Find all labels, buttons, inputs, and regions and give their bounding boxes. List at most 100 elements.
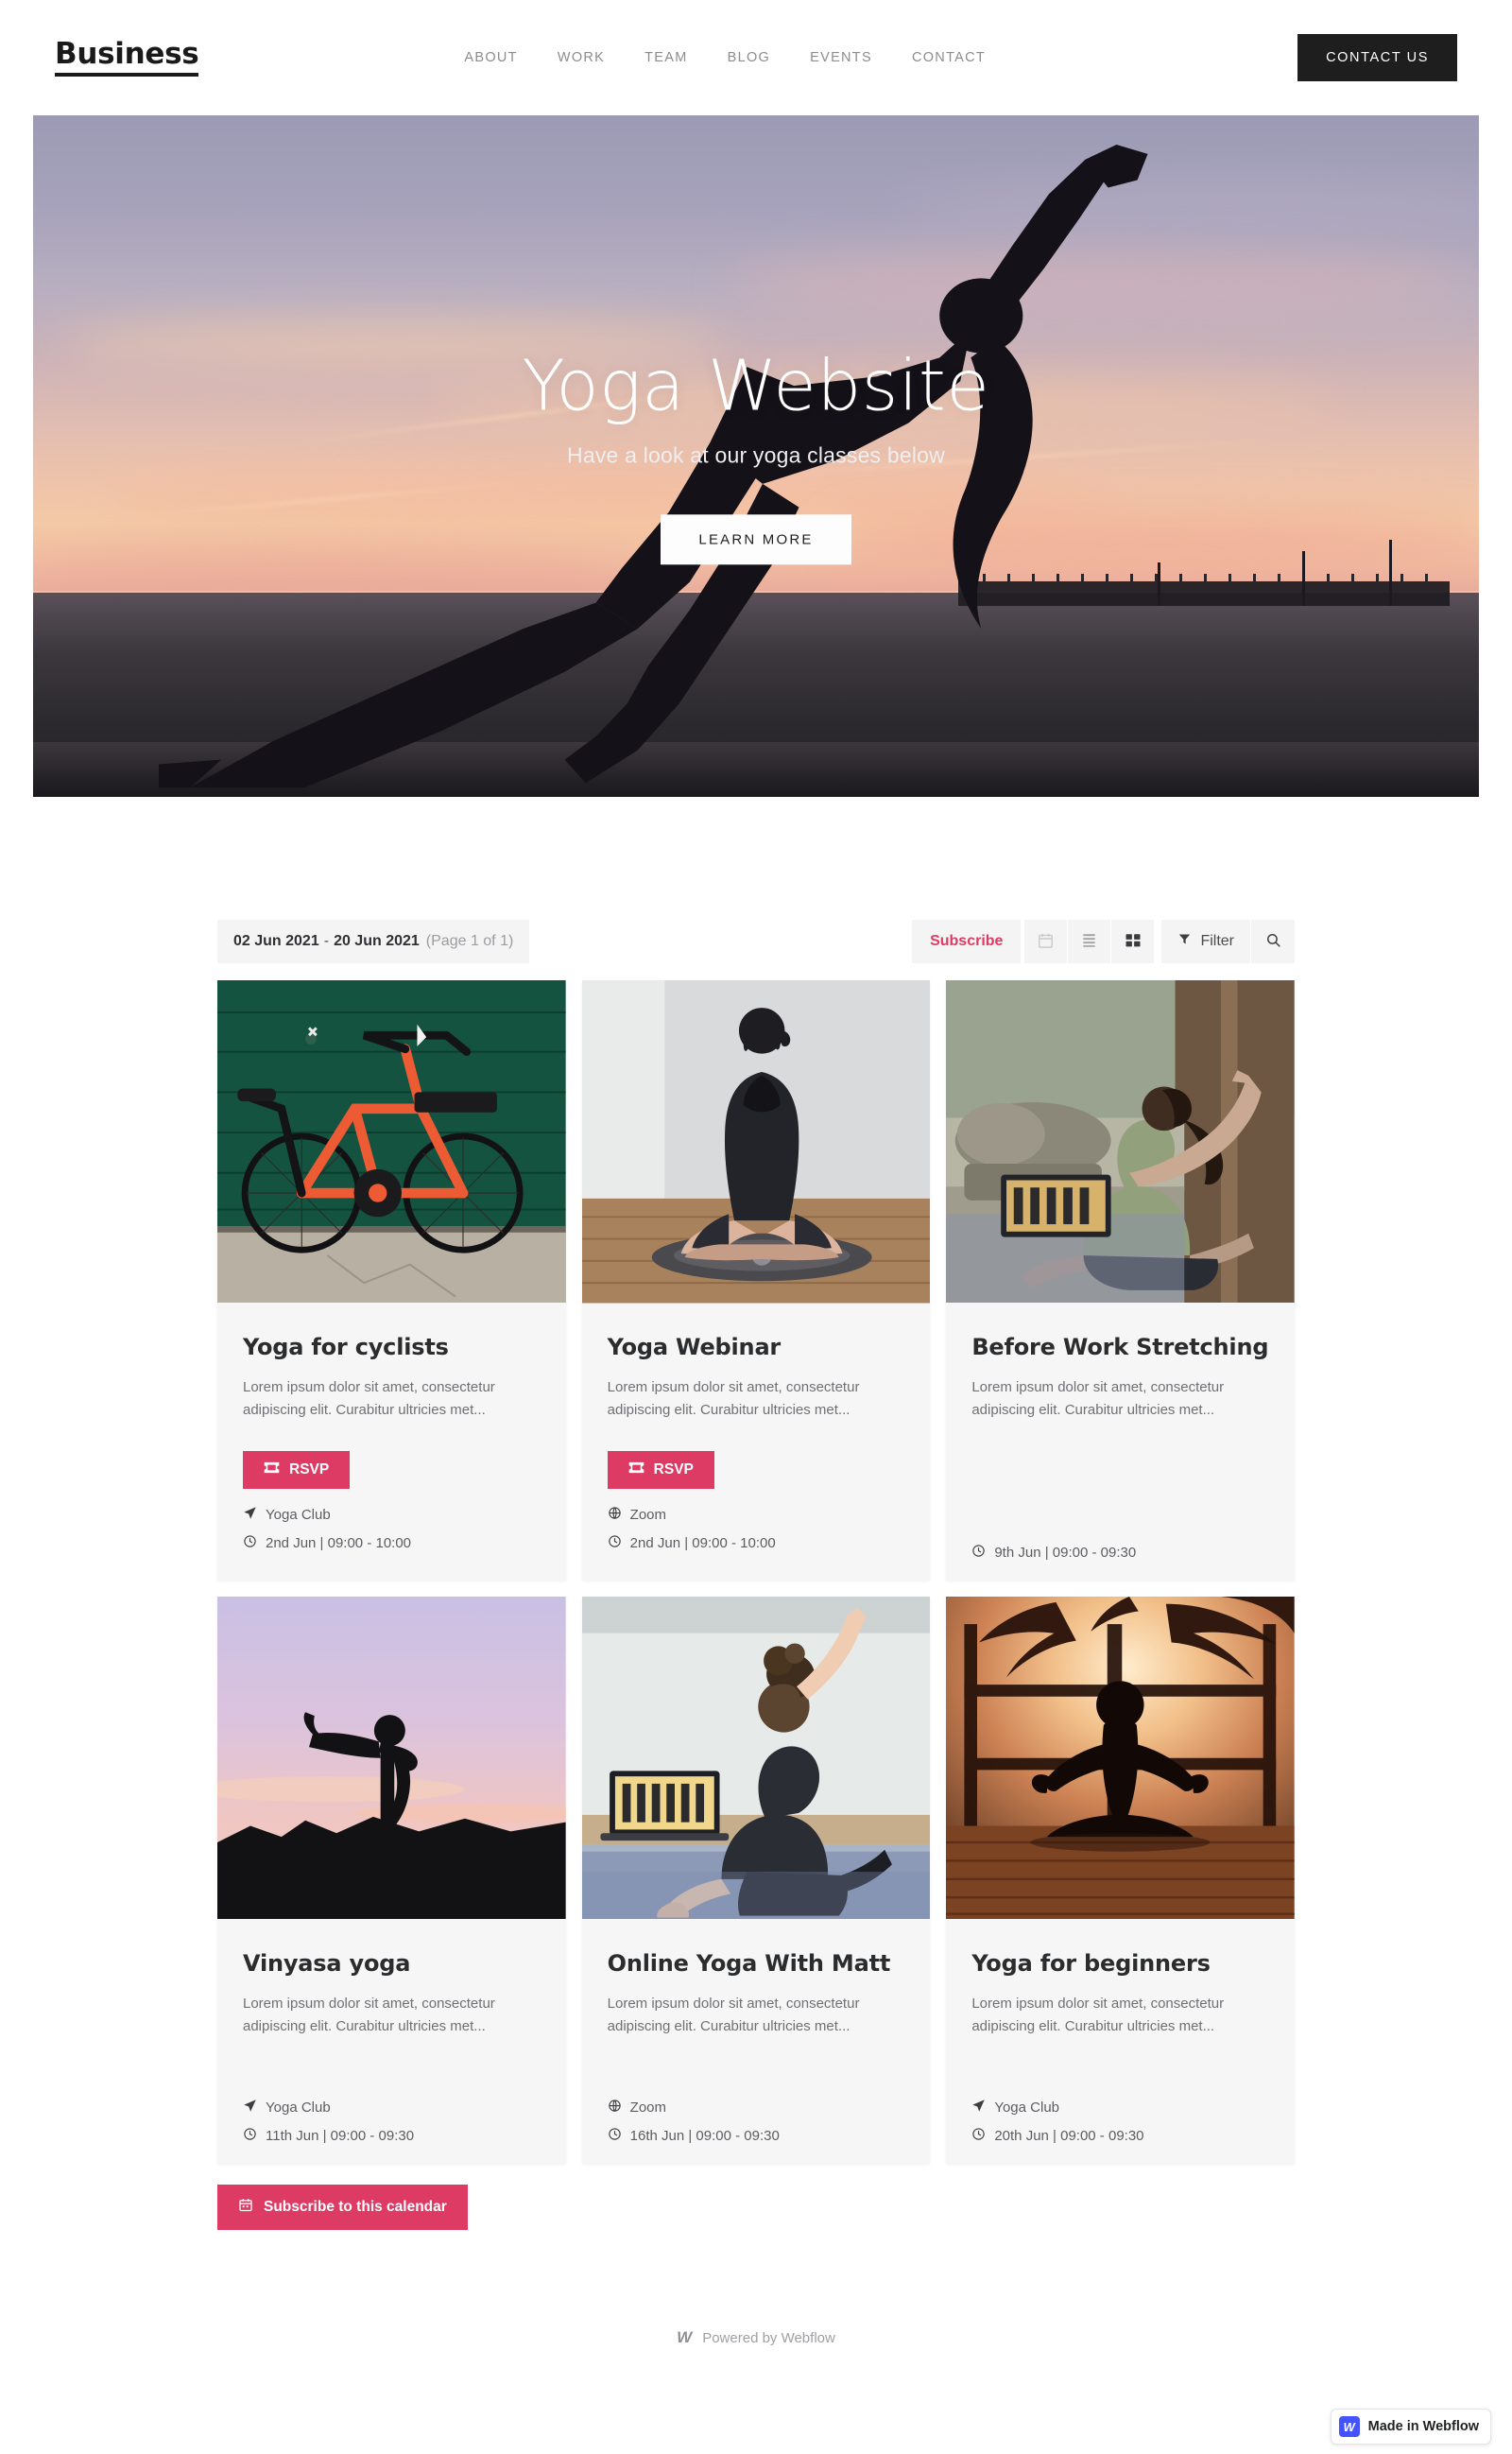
nav-link-contact[interactable]: CONTACT [912, 50, 986, 65]
event-image-bicycle [217, 980, 566, 1313]
clock-icon [243, 1534, 257, 1552]
ticket-icon [628, 1461, 644, 1478]
rsvp-label: RSVP [289, 1460, 330, 1478]
location-arrow-icon [243, 1506, 257, 1524]
event-description: Lorem ipsum dolor sit amet, consectetur … [971, 1379, 1225, 1419]
calendar-view-button[interactable] [1024, 920, 1068, 963]
rsvp-label: RSVP [653, 1460, 694, 1478]
powered-by-webflow[interactable]: W Powered by Webflow [677, 2328, 835, 2347]
event-meta: Zoom 16th Jun | 09:00 - 09:30 [608, 2099, 905, 2145]
hero-subtitle: Have a look at our yoga classes below [567, 442, 945, 468]
list-view-button[interactable] [1068, 920, 1111, 963]
event-card[interactable]: Yoga for beginners Lorem ipsum dolor sit… [946, 1596, 1295, 2165]
globe-icon [608, 1506, 622, 1524]
calendar-icon [238, 2197, 253, 2218]
event-meta: Yoga Club 2nd Jun | 09:00 - 10:00 [243, 1506, 541, 1552]
event-image-lotus-palms [946, 1596, 1295, 1929]
clock-icon [608, 1534, 622, 1552]
event-card[interactable]: Vinyasa yoga Lorem ipsum dolor sit amet,… [217, 1596, 566, 2165]
nav-link-blog[interactable]: BLOG [728, 50, 771, 65]
clock-icon [971, 1544, 986, 1562]
learn-more-button[interactable]: LEARN MORE [661, 514, 851, 565]
event-card[interactable]: Online Yoga With Matt Lorem ipsum dolor … [581, 1596, 931, 2165]
event-datetime: 9th Jun | 09:00 - 09:30 [971, 1544, 1269, 1562]
filter-label: Filter [1200, 933, 1234, 949]
grid-view-button[interactable] [1111, 920, 1155, 963]
location-arrow-icon [971, 2099, 986, 2117]
event-description: Lorem ipsum dolor sit amet, consectetur … [607, 1995, 860, 2034]
rsvp-button[interactable]: RSVP [243, 1450, 351, 1489]
webflow-logo-icon: W [677, 2328, 693, 2347]
event-image-warrior-sunset [217, 1596, 566, 1929]
event-datetime-label: 16th Jun | 09:00 - 09:30 [629, 2128, 780, 2145]
event-datetime: 20th Jun | 09:00 - 09:30 [971, 2127, 1269, 2145]
made-in-webflow-label: Made in Webflow [1367, 2419, 1479, 2434]
event-datetime-label: 20th Jun | 09:00 - 09:30 [994, 2128, 1144, 2145]
page-info: (Page 1 of 1) [425, 933, 514, 949]
calendar-icon [1037, 931, 1055, 953]
nav-link-about[interactable]: ABOUT [464, 50, 517, 65]
event-datetime-label: 11th Jun | 09:00 - 09:30 [266, 2128, 415, 2145]
event-card[interactable]: Yoga Webinar Lorem ipsum dolor sit amet,… [581, 980, 931, 1581]
range-separator: - [323, 933, 330, 949]
event-location-label: Zoom [629, 2100, 666, 2117]
search-button[interactable] [1251, 920, 1295, 963]
range-end: 20 Jun 2021 [334, 933, 420, 949]
event-datetime-label: 9th Jun | 09:00 - 09:30 [994, 1544, 1137, 1561]
event-location: Zoom [608, 1506, 905, 1524]
date-range-display: 02 Jun 2021 - 20 Jun 2021 (Page 1 of 1) [217, 920, 530, 963]
event-datetime: 16th Jun | 09:00 - 09:30 [608, 2127, 905, 2145]
event-description: Lorem ipsum dolor sit amet, consectetur … [243, 1995, 495, 2034]
made-in-webflow-badge[interactable]: W Made in Webflow [1330, 2409, 1491, 2445]
filter-button[interactable]: Filter [1161, 920, 1250, 963]
event-location-label: Yoga Club [266, 1506, 331, 1523]
hero-banner: Yoga Website Have a look at our yoga cla… [33, 115, 1479, 797]
hero-content: Yoga Website Have a look at our yoga cla… [33, 347, 1479, 565]
event-image-side-bend [946, 980, 1295, 1313]
event-location: Yoga Club [971, 2099, 1269, 2117]
clock-icon [971, 2127, 986, 2145]
event-title: Yoga Webinar [607, 1334, 782, 1360]
event-description: Lorem ipsum dolor sit amet, consectetur … [607, 1379, 860, 1419]
event-title: Vinyasa yoga [243, 1949, 411, 1977]
event-datetime: 2nd Jun | 09:00 - 10:00 [608, 1534, 905, 1552]
events-calendar-section: 02 Jun 2021 - 20 Jun 2021 (Page 1 of 1) … [0, 797, 1512, 2231]
event-location-label: Zoom [629, 1506, 666, 1523]
event-meta: Zoom 2nd Jun | 09:00 - 10:00 [608, 1506, 905, 1552]
calendar-toolbar: 02 Jun 2021 - 20 Jun 2021 (Page 1 of 1) … [217, 920, 1295, 963]
nav-link-events[interactable]: EVENTS [810, 50, 872, 65]
search-icon [1265, 932, 1281, 951]
event-location: Yoga Club [243, 1506, 541, 1524]
view-switcher [1024, 920, 1155, 963]
subscribe-to-calendar-button[interactable]: Subscribe to this calendar [217, 2185, 468, 2231]
range-start: 02 Jun 2021 [233, 933, 319, 949]
main-navigation: ABOUT WORK TEAM BLOG EVENTS CONTACT [464, 50, 986, 65]
rsvp-button[interactable]: RSVP [607, 1450, 714, 1489]
clock-icon [608, 2127, 622, 2145]
event-meta: Yoga Club 20th Jun | 09:00 - 09:30 [971, 2099, 1269, 2145]
list-icon [1080, 931, 1098, 952]
event-meta: Yoga Club 11th Jun | 09:00 - 09:30 [243, 2099, 541, 2145]
globe-icon [608, 2099, 622, 2117]
nav-link-work[interactable]: WORK [558, 50, 605, 65]
event-title: Yoga for cyclists [243, 1334, 449, 1360]
contact-us-button[interactable]: CONTACT US [1297, 34, 1457, 81]
event-card[interactable]: Yoga for cyclists Lorem ipsum dolor sit … [217, 980, 566, 1581]
event-location-label: Yoga Club [266, 2100, 331, 2117]
event-datetime-label: 2nd Jun | 09:00 - 10:00 [629, 1534, 776, 1551]
event-location-label: Yoga Club [994, 2100, 1059, 2117]
event-card[interactable]: Before Work Stretching Lorem ipsum dolor… [946, 980, 1295, 1581]
site-header: Business ABOUT WORK TEAM BLOG EVENTS CON… [0, 0, 1512, 115]
event-meta: 9th Jun | 09:00 - 09:30 [971, 1544, 1269, 1562]
subscribe-button[interactable]: Subscribe [912, 920, 1022, 963]
event-description: Lorem ipsum dolor sit amet, consectetur … [971, 1995, 1225, 2034]
nav-link-team[interactable]: TEAM [644, 50, 687, 65]
powered-by-label: Powered by Webflow [702, 2329, 835, 2346]
event-title: Before Work Stretching [971, 1334, 1269, 1360]
site-logo[interactable]: Business [55, 39, 199, 77]
event-location: Zoom [608, 2099, 905, 2117]
ticket-icon [264, 1461, 280, 1478]
subscribe-calendar-label: Subscribe to this calendar [264, 2199, 447, 2216]
event-description: Lorem ipsum dolor sit amet, consectetur … [243, 1379, 495, 1419]
events-grid: Yoga for cyclists Lorem ipsum dolor sit … [217, 980, 1295, 2165]
